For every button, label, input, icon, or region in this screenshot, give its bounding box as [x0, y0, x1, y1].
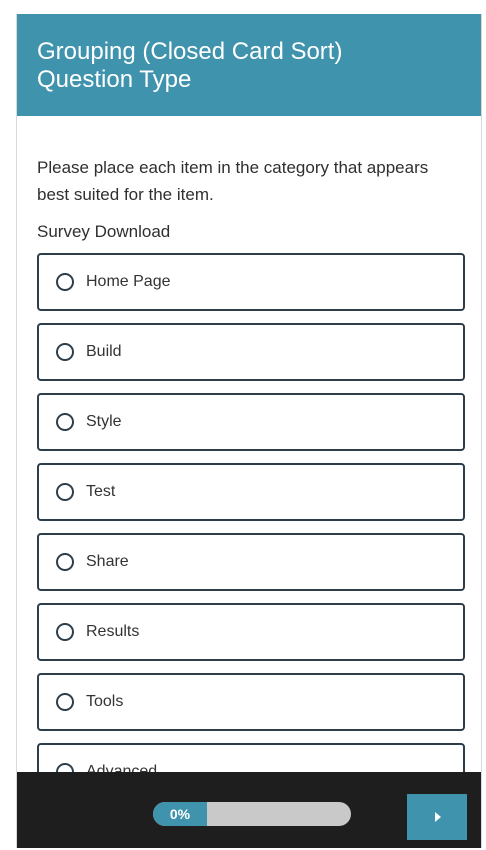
radio-icon[interactable] — [56, 343, 74, 361]
page-title-line-2: Question Type — [37, 66, 192, 93]
option-label: Results — [86, 623, 140, 640]
option-label: Home Page — [86, 273, 171, 290]
survey-frame: Grouping (Closed Card Sort) Question Typ… — [16, 14, 482, 848]
progress-text: 0% — [169, 806, 191, 822]
radio-icon[interactable] — [56, 553, 74, 571]
progress-bar: 0% — [153, 802, 351, 826]
option-results[interactable]: Results — [37, 603, 465, 661]
radio-icon[interactable] — [56, 413, 74, 431]
page-title: Grouping (Closed Card Sort) Question Typ… — [37, 38, 461, 94]
option-tools[interactable]: Tools — [37, 673, 465, 731]
question-label: Survey Download — [37, 222, 171, 241]
survey-footer: 0% — [17, 772, 481, 848]
radio-icon[interactable] — [56, 483, 74, 501]
next-button[interactable] — [407, 794, 467, 840]
option-label: Build — [86, 343, 122, 360]
option-label: Tools — [86, 693, 124, 710]
option-style[interactable]: Style — [37, 393, 465, 451]
option-label: Test — [86, 483, 116, 500]
chevron-right-icon — [435, 812, 441, 822]
option-list: Home Page Build Style Test Share Results… — [37, 253, 465, 813]
page-title-line-1: Grouping (Closed Card Sort) — [37, 38, 343, 65]
option-home-page[interactable]: Home Page — [37, 253, 465, 311]
option-label: Style — [86, 413, 122, 430]
radio-icon[interactable] — [56, 693, 74, 711]
question-content: Please place each item in the category t… — [37, 154, 463, 243]
option-test[interactable]: Test — [37, 463, 465, 521]
question-instructions: Please place each item in the category t… — [37, 158, 429, 204]
radio-icon[interactable] — [56, 623, 74, 641]
radio-icon[interactable] — [56, 273, 74, 291]
option-build[interactable]: Build — [37, 323, 465, 381]
option-label: Share — [86, 553, 129, 570]
page-header: Grouping (Closed Card Sort) Question Typ… — [17, 14, 481, 116]
option-share[interactable]: Share — [37, 533, 465, 591]
